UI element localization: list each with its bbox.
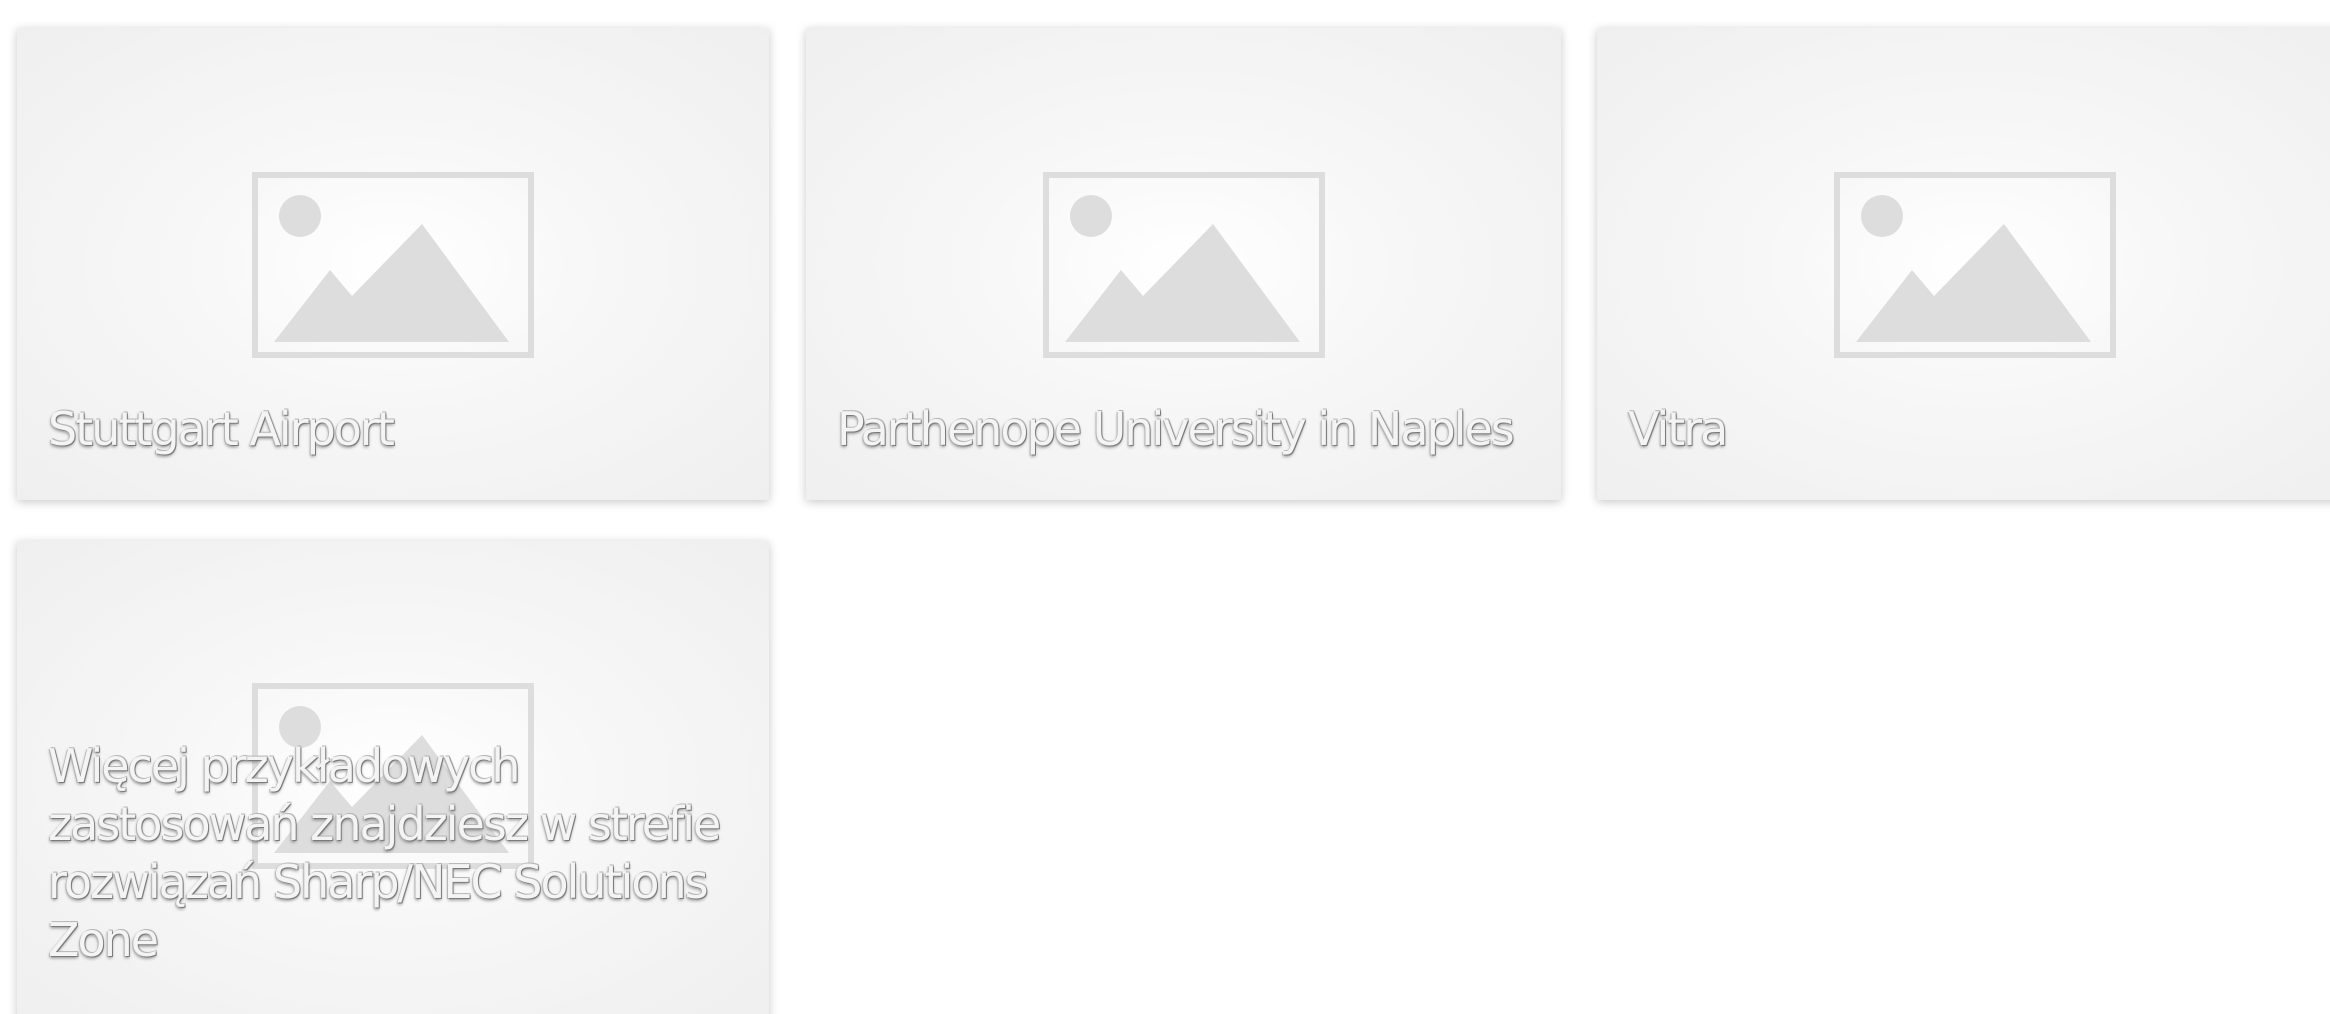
reference-card-title: Stuttgart Airport [48,402,395,456]
reference-card-title: Parthenope University in Naples [837,402,1515,456]
reference-grid: Stuttgart Airport Parthenope University … [0,0,2330,1014]
image-placeholder-icon [1833,172,2116,358]
reference-card-vitra[interactable]: Vitra [1597,28,2330,500]
solutions-zone-card[interactable]: Więcej przykładowych zastosowań znajdzie… [17,541,769,1014]
image-placeholder-icon [1042,172,1325,358]
image-placeholder-icon [252,172,534,358]
solutions-zone-link-text: Więcej przykładowych zastosowań znajdzie… [48,739,721,967]
reference-card-stuttgart-airport[interactable]: Stuttgart Airport [17,28,769,500]
reference-card-title: Vitra [1628,402,1728,456]
reference-card-parthenope-university[interactable]: Parthenope University in Naples [806,28,1561,500]
